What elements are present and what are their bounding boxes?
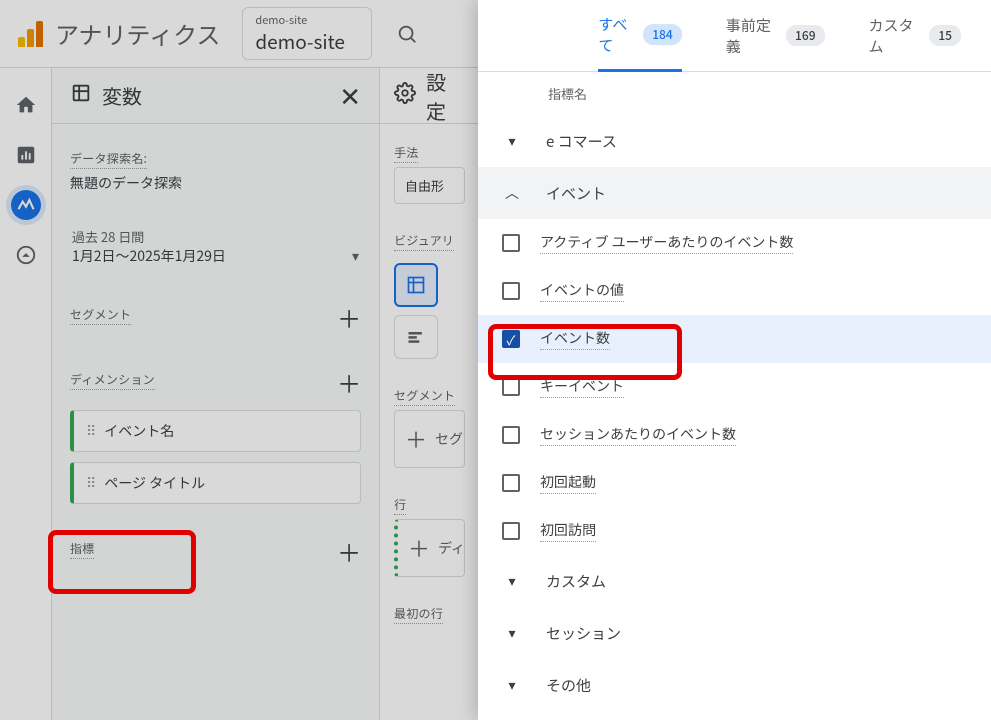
dimension-name: イベント名 bbox=[104, 421, 174, 441]
explore-icon[interactable] bbox=[11, 190, 41, 220]
analytics-icon bbox=[18, 21, 43, 47]
tab-all[interactable]: すべて 184 bbox=[598, 1, 681, 72]
checkbox[interactable] bbox=[502, 378, 520, 396]
dimension-name: ページ タイトル bbox=[104, 473, 205, 493]
date-range-value: 1月2日～2025年1月29日 bbox=[72, 246, 226, 266]
chevron-down-icon: ▾ bbox=[502, 131, 522, 151]
exploration-label: データ探索名: bbox=[70, 150, 147, 169]
logo: アナリティクス bbox=[18, 16, 220, 51]
add-segment-button[interactable]: ＋ bbox=[337, 300, 361, 335]
home-icon[interactable] bbox=[11, 90, 41, 120]
metric-item-label: セッションあたりのイベント数 bbox=[540, 424, 736, 446]
metric-item[interactable]: イベントの値 bbox=[478, 267, 991, 315]
add-dimension-button[interactable]: ＋ bbox=[337, 365, 361, 400]
count-badge: 169 bbox=[786, 25, 825, 46]
drag-handle-icon[interactable]: ⠿ bbox=[86, 473, 94, 493]
settings-panel: 設定 手法 自由形 ビジュアリ bbox=[380, 68, 480, 720]
visualization-label: ビジュアリ bbox=[394, 232, 454, 251]
metric-item-label: イベント数 bbox=[540, 328, 610, 350]
row-dropzone[interactable]: ＋ ディする bbox=[394, 519, 465, 577]
metric-item-label: キーイベント bbox=[540, 376, 624, 398]
checkbox[interactable] bbox=[502, 282, 520, 300]
picker-tabs: すべて 184 事前定義 169 カスタム 15 bbox=[478, 0, 991, 72]
chevron-up-icon: ︿ bbox=[502, 183, 522, 203]
metric-item-label: 初回訪問 bbox=[540, 520, 596, 542]
close-icon[interactable]: ✕ bbox=[339, 77, 361, 114]
count-badge: 184 bbox=[643, 24, 682, 45]
group-event[interactable]: ︿ イベント bbox=[478, 167, 991, 219]
count-badge: 15 bbox=[929, 25, 961, 46]
property-selector[interactable]: demo-site demo-site bbox=[242, 7, 372, 60]
app-title: アナリティクス bbox=[55, 16, 220, 51]
dimension-label: ディメンション bbox=[70, 371, 155, 390]
property-name: demo-site bbox=[255, 28, 359, 55]
checkbox[interactable] bbox=[502, 474, 520, 492]
metric-item-label: イベントの値 bbox=[540, 280, 624, 302]
group-session[interactable]: ▾ セッション bbox=[478, 607, 991, 659]
gear-icon bbox=[394, 81, 416, 110]
variables-panel: 変数 ✕ データ探索名: 無題のデータ探索 過去 28 日間 1月2日～2025… bbox=[52, 68, 380, 720]
date-range-label: 過去 28 日間 bbox=[72, 227, 359, 246]
metric-item-label: 初回起動 bbox=[540, 472, 596, 494]
chevron-down-icon: ▾ bbox=[502, 623, 522, 643]
variables-icon bbox=[70, 81, 92, 110]
variables-title: 変数 bbox=[102, 81, 142, 110]
first-row-label: 最初の行 bbox=[394, 605, 443, 624]
reports-icon[interactable] bbox=[11, 140, 41, 170]
checkbox[interactable] bbox=[502, 522, 520, 540]
tab-predefined[interactable]: 事前定義 169 bbox=[726, 0, 825, 71]
metric-item-event-count[interactable]: ✓ イベント数 bbox=[478, 315, 991, 363]
dimension-chip[interactable]: ⠿ ページ タイトル bbox=[70, 462, 361, 504]
add-metric-button[interactable]: ＋ bbox=[337, 534, 361, 569]
metric-label: 指標 bbox=[70, 540, 94, 559]
property-label: demo-site bbox=[255, 12, 359, 28]
search-icon[interactable] bbox=[386, 13, 428, 55]
tab-custom[interactable]: カスタム 15 bbox=[869, 0, 961, 71]
metric-item[interactable]: 初回訪問 bbox=[478, 507, 991, 555]
picker-column-header: 指標名 bbox=[478, 72, 991, 115]
settings-title: 設定 bbox=[426, 67, 465, 125]
checkbox-checked[interactable]: ✓ bbox=[502, 330, 520, 348]
checkbox[interactable] bbox=[502, 234, 520, 252]
plus-icon: ＋ bbox=[408, 532, 430, 564]
checkbox[interactable] bbox=[502, 426, 520, 444]
date-range-selector[interactable]: 過去 28 日間 1月2日～2025年1月29日 ▾ bbox=[70, 223, 361, 270]
group-ecommerce[interactable]: ▾ e コマース bbox=[478, 115, 991, 167]
chevron-down-icon: ▾ bbox=[502, 571, 522, 591]
segment-dropzone[interactable]: ＋ セグか選 bbox=[394, 410, 465, 468]
segment-label: セグメント bbox=[70, 306, 131, 325]
nav-rail bbox=[0, 68, 52, 720]
plus-icon: ＋ bbox=[405, 423, 427, 455]
group-custom[interactable]: ▾ カスタム bbox=[478, 555, 991, 607]
technique-label: 手法 bbox=[394, 144, 418, 163]
settings-segment-label: セグメント bbox=[394, 387, 455, 406]
metric-picker-panel: すべて 184 事前定義 169 カスタム 15 指標名 ▾ e コマース ︿ … bbox=[478, 0, 991, 720]
exploration-name-field[interactable]: データ探索名: 無題のデータ探索 bbox=[70, 144, 361, 193]
metric-item[interactable]: アクティブ ユーザーあたりのイベント数 bbox=[478, 219, 991, 267]
dimension-chip[interactable]: ⠿ イベント名 bbox=[70, 410, 361, 452]
chevron-down-icon: ▾ bbox=[502, 675, 522, 695]
metric-item[interactable]: キーイベント bbox=[478, 363, 991, 411]
metric-item-label: アクティブ ユーザーあたりのイベント数 bbox=[540, 232, 793, 254]
exploration-name: 無題のデータ探索 bbox=[70, 173, 361, 193]
row-label: 行 bbox=[394, 496, 406, 515]
drag-handle-icon[interactable]: ⠿ bbox=[86, 421, 94, 441]
viz-table-button[interactable] bbox=[394, 263, 438, 307]
metric-item[interactable]: 初回起動 bbox=[478, 459, 991, 507]
viz-bar-button[interactable] bbox=[394, 315, 438, 359]
group-other[interactable]: ▾ その他 bbox=[478, 659, 991, 711]
chevron-down-icon: ▾ bbox=[352, 246, 359, 266]
picker-list: ▾ e コマース ︿ イベント アクティブ ユーザーあたりのイベント数 イベント… bbox=[478, 115, 991, 720]
metric-item[interactable]: セッションあたりのイベント数 bbox=[478, 411, 991, 459]
technique-select[interactable]: 自由形 bbox=[394, 167, 465, 204]
advertising-icon[interactable] bbox=[11, 240, 41, 270]
